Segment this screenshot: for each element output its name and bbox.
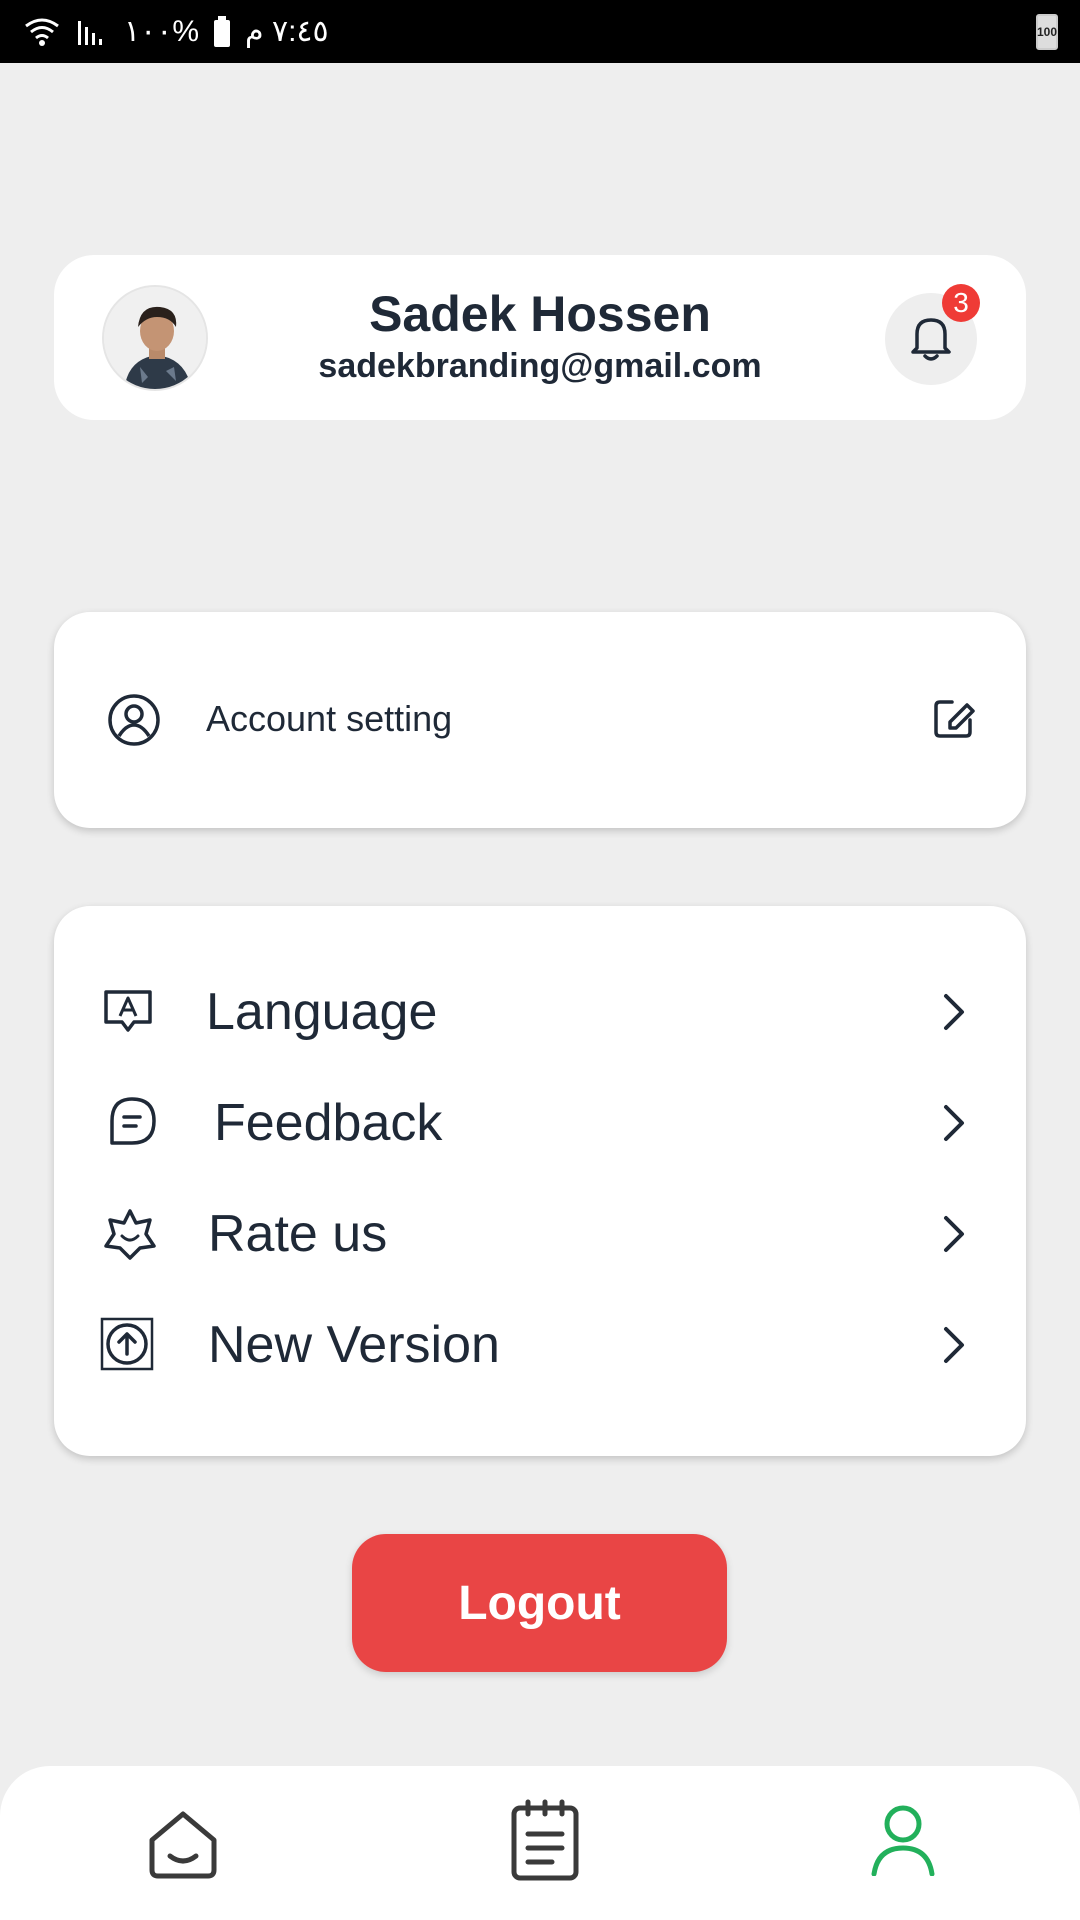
battery-indicator-value: 100	[1036, 24, 1058, 39]
bell-icon	[907, 312, 955, 367]
chevron-right-icon	[938, 1212, 968, 1261]
profile-card: Sadek Hossen sadekbranding@gmail.com 3	[54, 255, 1026, 420]
status-bar: ٧:٤٥ م %١٠٠ 100	[0, 0, 1080, 63]
notes-icon[interactable]	[508, 1798, 582, 1887]
battery-indicator-icon: 100	[1036, 13, 1058, 50]
chevron-right-icon	[938, 1323, 968, 1372]
battery-percent: %١٠٠	[124, 15, 200, 48]
notification-badge: 3	[942, 284, 980, 322]
user-circle-icon	[106, 692, 162, 753]
menu-label-rate-us: Rate us	[208, 1205, 388, 1263]
profile-email: sadekbranding@gmail.com	[318, 347, 762, 385]
chevron-right-icon	[938, 1101, 968, 1150]
account-setting-label: Account setting	[206, 698, 453, 739]
language-icon	[100, 984, 156, 1045]
menu-item-feedback[interactable]: Feedback	[54, 1073, 1026, 1173]
wifi-icon	[22, 16, 62, 48]
signal-icon	[76, 17, 110, 47]
menu-label-language: Language	[206, 983, 438, 1041]
menu-label-new-version: New Version	[208, 1316, 500, 1374]
status-right: 100	[1036, 13, 1058, 50]
upload-icon	[100, 1317, 154, 1376]
account-setting-card[interactable]: Account setting	[54, 612, 1026, 828]
profile-name: Sadek Hossen	[369, 286, 711, 342]
profile-text: Sadek Hossen sadekbranding@gmail.com	[244, 285, 836, 387]
menu-item-rate-us[interactable]: Rate us	[54, 1184, 1026, 1284]
profile-icon[interactable]	[870, 1804, 936, 1881]
chevron-right-icon	[938, 990, 968, 1039]
battery-icon	[213, 15, 231, 48]
bottom-nav	[0, 1766, 1080, 1920]
status-time: ٧:٤٥ م	[245, 15, 329, 48]
menu-label-feedback: Feedback	[214, 1094, 443, 1152]
menu-item-language[interactable]: Language	[54, 962, 1026, 1062]
edit-icon[interactable]	[930, 694, 978, 747]
avatar[interactable]	[102, 285, 208, 391]
menu-item-new-version[interactable]: New Version	[54, 1295, 1026, 1395]
settings-menu-card: Language Feedback Rate us New Version	[54, 906, 1026, 1456]
star-icon	[102, 1206, 158, 1267]
logout-button[interactable]: Logout	[352, 1534, 727, 1672]
feedback-icon	[106, 1095, 158, 1152]
home-icon[interactable]	[146, 1806, 220, 1885]
status-left: ٧:٤٥ م %١٠٠	[22, 14, 329, 49]
